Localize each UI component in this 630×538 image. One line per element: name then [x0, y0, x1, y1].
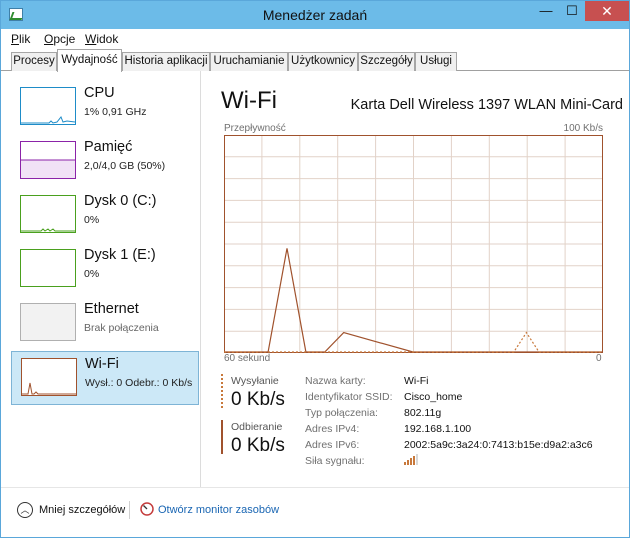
adapter-name: Karta Dell Wireless 1397 WLAN Mini-Card — [350, 97, 623, 113]
sidebar-item-ethernet[interactable]: Ethernet Brak połączenia — [11, 297, 199, 351]
title-bar[interactable]: Menedżer zadań — ☐ ✕ — [1, 1, 629, 29]
sidebar-item-sub: Brak połączenia — [84, 322, 159, 334]
tab-services[interactable]: Usługi — [415, 52, 457, 71]
menu-bar: Plik Opcje Widok — [1, 29, 629, 49]
sidebar-item-sub: Wysł.: 0 Odebr.: 0 Kb/s — [85, 377, 193, 389]
graph-zero-label: 0 — [596, 353, 602, 364]
sidebar-item-sub: 0% — [84, 214, 100, 226]
signal-strength-icon — [404, 453, 420, 468]
wifi-detail-panel: Wi-Fi Karta Dell Wireless 1397 WLAN Mini… — [221, 71, 623, 487]
memory-thumbnail-graph — [20, 141, 76, 179]
sidebar-item-disk-0[interactable]: Dysk 0 (C:) 0% — [11, 189, 199, 243]
throughput-graph — [224, 135, 603, 353]
ethernet-thumbnail-graph — [20, 303, 76, 341]
receive-indicator-bar — [221, 420, 223, 454]
maximize-button[interactable]: ☐ — [559, 1, 585, 21]
signal-bar — [407, 460, 409, 465]
tab-performance[interactable]: Wydajność — [57, 49, 122, 72]
prop-ipv4-label: Adres IPv4: — [305, 423, 360, 435]
wifi-thumbnail-graph — [21, 358, 77, 396]
graph-title: Przepływność — [224, 123, 286, 134]
tab-startup[interactable]: Uruchamianie — [210, 52, 288, 71]
open-resource-monitor-link[interactable]: Otwórz monitor zasobów — [158, 504, 279, 516]
sidebar-item-memory[interactable]: Pamięć 2,0/4,0 GB (50%) — [11, 135, 199, 189]
prop-adapter-name-value: Wi-Fi — [404, 375, 429, 387]
send-label: Wysyłanie — [231, 375, 279, 387]
disk0-thumbnail-graph — [20, 195, 76, 233]
tab-users[interactable]: Użytkownicy — [288, 52, 358, 71]
send-indicator-bar — [221, 374, 223, 408]
prop-connection-type-label: Typ połączenia: — [305, 407, 378, 419]
sidebar-item-label: Dysk 1 (E:) — [84, 247, 156, 263]
signal-bar — [410, 458, 412, 465]
chevron-up-circle-icon[interactable]: ︿ — [17, 502, 33, 518]
sidebar-item-label: Dysk 0 (C:) — [84, 193, 157, 209]
prop-ipv6-value: 2002:5a9c:3a24:0:7413:b15e:d9a2:a3c6 — [404, 439, 593, 451]
graph-time-span-label: 60 sekund — [224, 353, 271, 364]
sidebar-item-sub: 2,0/4,0 GB (50%) — [84, 160, 166, 172]
sidebar-item-label: Ethernet — [84, 301, 139, 317]
sidebar-item-label: CPU — [84, 85, 115, 101]
signal-bar — [404, 462, 406, 465]
sidebar-item-sub: 1% 0,91 GHz — [84, 106, 147, 118]
minimize-button[interactable]: — — [533, 1, 559, 21]
prop-ipv6-label: Adres IPv6: — [305, 439, 360, 451]
disk1-thumbnail-graph — [20, 249, 76, 287]
footer-bar: ︿ Mniej szczegółów Otwórz monitor zasobó… — [1, 487, 629, 537]
signal-bar — [416, 454, 418, 465]
footer-separator — [129, 501, 130, 519]
prop-connection-type-value: 802.11g — [404, 407, 442, 419]
sidebar-item-cpu[interactable]: CPU 1% 0,91 GHz — [11, 81, 199, 135]
page-title: Wi-Fi — [221, 87, 277, 114]
tab-bar: Procesy Wydajność Historia aplikacji Uru… — [1, 49, 629, 72]
graph-max-label: 100 Kb/s — [563, 123, 603, 134]
task-manager-window: Menedżer zadań — ☐ ✕ Plik Opcje Widok Pr… — [0, 0, 630, 538]
fewer-details-link[interactable]: Mniej szczegółów — [39, 504, 125, 516]
sidebar-item-label: Pamięć — [84, 139, 133, 155]
tab-app-history[interactable]: Historia aplikacji — [122, 52, 210, 71]
throughput-chart — [224, 135, 603, 353]
menu-options[interactable]: Opcje — [44, 32, 75, 46]
menu-file[interactable]: Plik — [11, 32, 30, 46]
prop-ipv4-value: 192.168.1.100 — [404, 423, 472, 435]
sidebar-item-wifi[interactable]: Wi-Fi Wysł.: 0 Odebr.: 0 Kb/s — [11, 351, 199, 405]
resource-sidebar: CPU 1% 0,91 GHz Pamięć 2,0/4,0 GB (50%) … — [1, 71, 201, 487]
resource-monitor-icon[interactable] — [140, 502, 154, 516]
signal-bar — [413, 456, 415, 465]
sidebar-item-label: Wi-Fi — [85, 356, 119, 372]
performance-content: CPU 1% 0,91 GHz Pamięć 2,0/4,0 GB (50%) … — [1, 71, 629, 487]
prop-ssid-label: Identyfikator SSID: — [305, 391, 393, 403]
receive-label: Odbieranie — [231, 421, 283, 433]
prop-ssid-value: Cisco_home — [404, 391, 463, 403]
sidebar-item-disk-1[interactable]: Dysk 1 (E:) 0% — [11, 243, 199, 297]
tab-processes[interactable]: Procesy — [11, 52, 57, 71]
receive-value: 0 Kb/s — [231, 435, 285, 456]
prop-signal-label: Siła sygnału: — [305, 455, 365, 467]
prop-adapter-name-label: Nazwa karty: — [305, 375, 366, 387]
menu-view[interactable]: Widok — [85, 32, 118, 46]
tab-details[interactable]: Szczegóły — [358, 52, 415, 71]
sidebar-item-sub: 0% — [84, 268, 100, 280]
close-button[interactable]: ✕ — [585, 1, 629, 21]
send-value: 0 Kb/s — [231, 389, 285, 410]
cpu-thumbnail-graph — [20, 87, 76, 125]
